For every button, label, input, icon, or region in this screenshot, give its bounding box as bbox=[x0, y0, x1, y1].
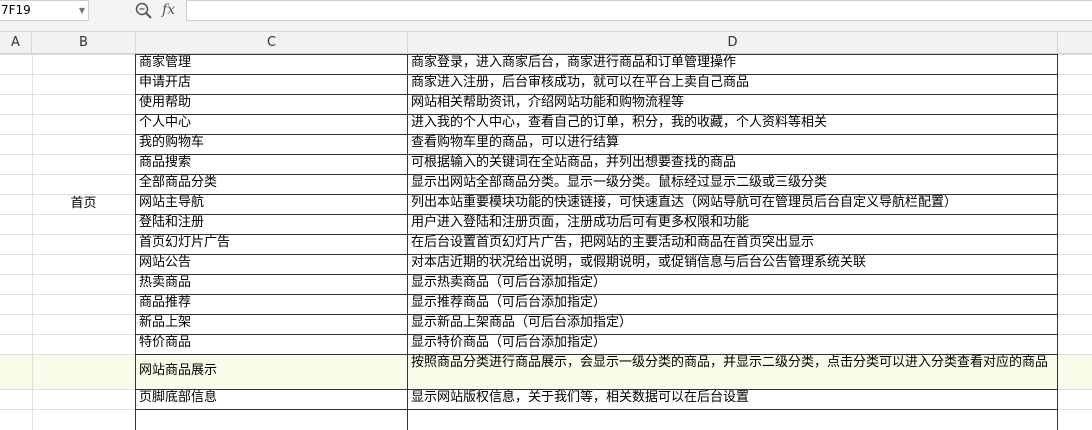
column-header-c[interactable]: C bbox=[136, 32, 408, 54]
cell-d[interactable]: 商家登录，进入商家后台，商家进行商品和订单管理操作 bbox=[408, 54, 1057, 74]
row-border bbox=[135, 274, 1058, 275]
column-header-d[interactable]: D bbox=[408, 32, 1058, 54]
cell-c[interactable]: 个人中心 bbox=[136, 114, 407, 134]
cell-d[interactable]: 可根据输入的关键词在全站商品，并列出想要查找的商品 bbox=[408, 154, 1057, 174]
column-header-e[interactable] bbox=[1058, 32, 1092, 54]
cell-c[interactable]: 网站商品展示 bbox=[136, 354, 407, 389]
row-border bbox=[135, 154, 1058, 155]
cell-c[interactable]: 全部商品分类 bbox=[136, 174, 407, 194]
row-border bbox=[135, 314, 1058, 315]
cell-d[interactable]: 显示网站版权信息，关于我们等，相关数据可以在后台设置 bbox=[408, 389, 1057, 409]
row-border bbox=[135, 114, 1058, 115]
row-border bbox=[135, 74, 1058, 75]
chevron-down-icon[interactable]: ▼ bbox=[79, 1, 85, 20]
row-border bbox=[135, 334, 1058, 335]
row-border bbox=[135, 214, 1058, 215]
cell-d[interactable]: 显示推荐商品（可后台添加指定） bbox=[408, 294, 1057, 314]
cell-c[interactable]: 商品搜索 bbox=[136, 154, 407, 174]
cell-c[interactable]: 登陆和注册 bbox=[136, 214, 407, 234]
name-box[interactable]: 7F19 ▼ bbox=[0, 0, 89, 21]
cell-c[interactable]: 特价商品 bbox=[136, 334, 407, 354]
cell-c[interactable]: 商品推荐 bbox=[136, 294, 407, 314]
merged-cell-b[interactable]: 首页 bbox=[32, 195, 135, 213]
row-border bbox=[135, 174, 1058, 175]
column-header-b[interactable]: B bbox=[32, 32, 136, 54]
column-header-a[interactable]: A bbox=[0, 32, 32, 54]
cell-c[interactable]: 我的购物车 bbox=[136, 134, 407, 154]
cell-d[interactable]: 商家进入注册，后台审核成功，就可以在平台上卖自己商品 bbox=[408, 74, 1057, 94]
zoom-icon[interactable] bbox=[134, 1, 154, 19]
name-box-value: 7F19 bbox=[1, 3, 31, 17]
cell-c[interactable]: 热卖商品 bbox=[136, 274, 407, 294]
row-border bbox=[135, 54, 1058, 55]
cell-c[interactable]: 网站主导航 bbox=[136, 194, 407, 214]
column-border bbox=[1057, 54, 1058, 430]
cell-c[interactable]: 首页幻灯片广告 bbox=[136, 234, 407, 254]
row-border bbox=[135, 389, 1058, 390]
column-border bbox=[32, 54, 33, 430]
cell-d[interactable]: 列出本站重要模块功能的快速链接，可快速直达（网站导航可在管理员后台自定义导航栏配… bbox=[408, 194, 1057, 214]
cell-d[interactable]: 显示新品上架商品（可后台添加指定） bbox=[408, 314, 1057, 334]
cell-d[interactable]: 显示热卖商品（可后台添加指定） bbox=[408, 274, 1057, 294]
row-border bbox=[135, 354, 1058, 355]
cell-d[interactable]: 网站相关帮助资讯，介绍网站功能和购物流程等 bbox=[408, 94, 1057, 114]
cell-d[interactable]: 按照商品分类进行商品展示，会显示一级分类的商品，并显示二级分类，点击分类可以进入… bbox=[408, 354, 1057, 389]
row-border bbox=[135, 194, 1058, 195]
cell-c[interactable]: 新品上架 bbox=[136, 314, 407, 334]
cell-d[interactable]: 进入我的个人中心，查看自己的订单，积分，我的收藏，个人资料等相关 bbox=[408, 114, 1057, 134]
row-border bbox=[135, 409, 1058, 410]
column-border bbox=[135, 54, 136, 430]
column-border bbox=[407, 54, 408, 430]
formula-input[interactable] bbox=[186, 0, 1092, 21]
cell-d[interactable]: 用户进入登陆和注册页面，注册成功后可有更多权限和功能 bbox=[408, 214, 1057, 234]
row-border bbox=[135, 294, 1058, 295]
row-border bbox=[135, 234, 1058, 235]
row-border bbox=[135, 94, 1058, 95]
cell-c[interactable]: 网站公告 bbox=[136, 254, 407, 274]
cell-d[interactable]: 在后台设置首页幻灯片广告，把网站的主要活动和商品在首页突出显示 bbox=[408, 234, 1057, 254]
cell-d[interactable]: 对本店近期的状况给出说明，或假期说明，或促销信息与后台公告管理系统关联 bbox=[408, 254, 1057, 274]
cell-c[interactable]: 申请开店 bbox=[136, 74, 407, 94]
cell-c[interactable]: 使用帮助 bbox=[136, 94, 407, 114]
row-border bbox=[135, 254, 1058, 255]
row-border bbox=[135, 134, 1058, 135]
cell-d[interactable]: 显示特价商品（可后台添加指定） bbox=[408, 334, 1057, 354]
fx-icon[interactable]: fx bbox=[162, 0, 175, 20]
cell-d[interactable]: 查看购物车里的商品，可以进行结算 bbox=[408, 134, 1057, 154]
formula-bar: 7F19 ▼ fx bbox=[0, 0, 1092, 32]
cell-d[interactable]: 显示出网站全部商品分类。显示一级分类。鼠标经过显示二级或三级分类 bbox=[408, 174, 1057, 194]
cell-c[interactable]: 页脚底部信息 bbox=[136, 389, 407, 409]
cell-c[interactable]: 商家管理 bbox=[136, 54, 407, 74]
